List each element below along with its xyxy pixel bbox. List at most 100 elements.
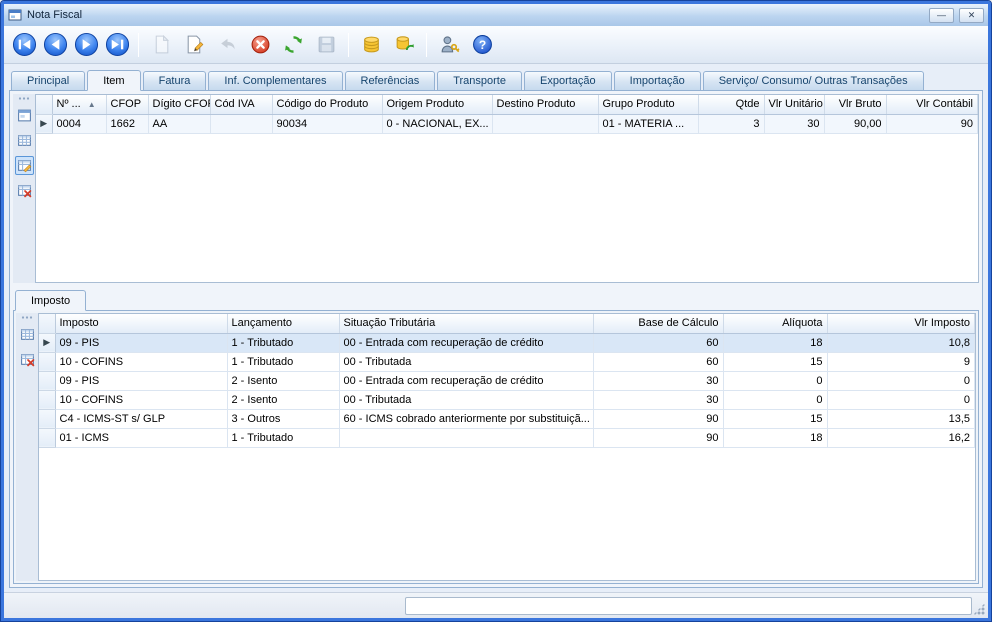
grid-cell[interactable]: 60 - ICMS cobrado anteriormente por subs… [339,409,593,428]
grid-cell[interactable]: 10 - COFINS [55,352,227,371]
user-permissions-button[interactable] [434,31,464,59]
table-row[interactable]: 10 - COFINS1 - Tributado00 - Tributada60… [39,352,975,371]
column-header[interactable]: Grupo Produto [598,95,698,114]
table-row[interactable]: 09 - PIS2 - Isento00 - Entrada com recup… [39,371,975,390]
grid-cell[interactable]: 60 [593,352,723,371]
grid-cell[interactable]: 30 [593,390,723,409]
grid-cell[interactable]: 1 - Tributado [227,333,339,352]
row-selector[interactable] [39,409,55,428]
imposto-delete-row-button[interactable] [18,350,37,369]
data-coins-button[interactable] [356,31,386,59]
column-header[interactable]: Situação Tributária [339,314,593,333]
grid-cell[interactable]: 00 - Entrada com recuperação de crédito [339,333,593,352]
table-row[interactable]: C4 - ICMS-ST s/ GLP3 - Outros60 - ICMS c… [39,409,975,428]
item-form-view-button[interactable] [15,106,34,125]
column-header[interactable]: Base de Cálculo [593,314,723,333]
tab-imposto[interactable]: Imposto [15,290,86,311]
select-all-corner[interactable] [39,314,55,333]
row-selector[interactable] [39,371,55,390]
help-button[interactable]: ? [467,31,497,59]
row-selector[interactable]: ▶ [36,114,52,133]
column-header[interactable]: Nº ...▲ [52,95,106,114]
grid-cell[interactable]: 0004 [52,114,106,133]
grid-cell[interactable]: 90 [593,428,723,447]
grid-cell[interactable]: 00 - Tributada [339,352,593,371]
grid-cell[interactable]: 90 [886,114,978,133]
grid-cell[interactable]: 9 [827,352,975,371]
grid-cell[interactable]: 1 - Tributado [227,428,339,447]
tab-exportacao[interactable]: Exportação [524,71,612,90]
column-header[interactable]: CFOP [106,95,148,114]
tab-item[interactable]: Item [87,70,140,91]
last-record-button[interactable] [103,31,131,59]
column-header[interactable]: Vlr Imposto [827,314,975,333]
table-row[interactable]: ▶09 - PIS1 - Tributado00 - Entrada com r… [39,333,975,352]
grid-cell[interactable]: 00 - Tributada [339,390,593,409]
grid-cell[interactable]: 0 [827,371,975,390]
grid-cell[interactable]: 1662 [106,114,148,133]
tab-principal[interactable]: Principal [11,71,85,90]
column-header[interactable]: Alíquota [723,314,827,333]
tab-inf-complementares[interactable]: Inf. Complementares [208,71,342,90]
column-header[interactable]: Vlr Bruto [824,95,886,114]
column-header[interactable]: Vlr Contábil [886,95,978,114]
grid-cell[interactable]: C4 - ICMS-ST s/ GLP [55,409,227,428]
column-header[interactable]: Código do Produto [272,95,382,114]
resize-grip[interactable] [973,603,985,615]
column-header[interactable]: Origem Produto [382,95,492,114]
delete-record-button[interactable] [245,31,275,59]
table-row[interactable]: 10 - COFINS2 - Isento00 - Tributada3000 [39,390,975,409]
grid-cell[interactable]: 30 [764,114,824,133]
grid-cell[interactable]: 15 [723,409,827,428]
column-header[interactable]: Dígito CFOP [148,95,210,114]
row-selector[interactable]: ▶ [39,333,55,352]
grid-cell[interactable]: 90 [593,409,723,428]
grid-cell[interactable] [492,114,598,133]
grid-cell[interactable]: 60 [593,333,723,352]
table-row[interactable]: ▶00041662AA900340 - NACIONAL, EX...01 - … [36,114,978,133]
grid-cell[interactable]: 15 [723,352,827,371]
first-record-button[interactable] [10,31,38,59]
grid-cell[interactable]: 2 - Isento [227,371,339,390]
new-record-button[interactable] [146,31,176,59]
row-selector[interactable] [39,352,55,371]
tab-referencias[interactable]: Referências [345,71,436,90]
data-coins-refresh-button[interactable] [389,31,419,59]
select-all-corner[interactable] [36,95,52,114]
item-delete-row-button[interactable] [15,181,34,200]
toolbar-grip[interactable] [18,97,30,100]
undo-button[interactable] [212,31,242,59]
grid-cell[interactable]: 00 - Entrada com recuperação de crédito [339,371,593,390]
grid-cell[interactable]: 01 - MATERIA ... [598,114,698,133]
grid-cell[interactable]: 90034 [272,114,382,133]
grid-cell[interactable]: 01 - ICMS [55,428,227,447]
table-row[interactable]: 01 - ICMS1 - Tributado901816,2 [39,428,975,447]
next-record-button[interactable] [72,31,100,59]
grid-cell[interactable]: 13,5 [827,409,975,428]
toolbar-grip[interactable] [21,316,33,319]
grid-cell[interactable] [339,428,593,447]
grid-cell[interactable]: 1 - Tributado [227,352,339,371]
column-header[interactable]: Imposto [55,314,227,333]
tab-servico-consumo[interactable]: Serviço/ Consumo/ Outras Transações [703,71,924,90]
row-selector[interactable] [39,390,55,409]
item-edit-row-button[interactable] [15,156,34,175]
close-button[interactable]: ✕ [959,8,984,23]
grid-cell[interactable]: 2 - Isento [227,390,339,409]
grid-cell[interactable]: 09 - PIS [55,333,227,352]
grid-cell[interactable]: 10 - COFINS [55,390,227,409]
status-input[interactable] [405,597,972,615]
previous-record-button[interactable] [41,31,69,59]
row-selector[interactable] [39,428,55,447]
grid-cell[interactable]: 18 [723,333,827,352]
imposto-grid-view-button[interactable] [18,325,37,344]
refresh-button[interactable] [278,31,308,59]
grid-cell[interactable]: 16,2 [827,428,975,447]
tab-fatura[interactable]: Fatura [143,71,207,90]
minimize-button[interactable]: — [929,8,954,23]
column-header[interactable]: Vlr Unitário [764,95,824,114]
grid-cell[interactable] [210,114,272,133]
save-button[interactable] [311,31,341,59]
grid-cell[interactable]: 30 [593,371,723,390]
column-header[interactable]: Qtde [698,95,764,114]
